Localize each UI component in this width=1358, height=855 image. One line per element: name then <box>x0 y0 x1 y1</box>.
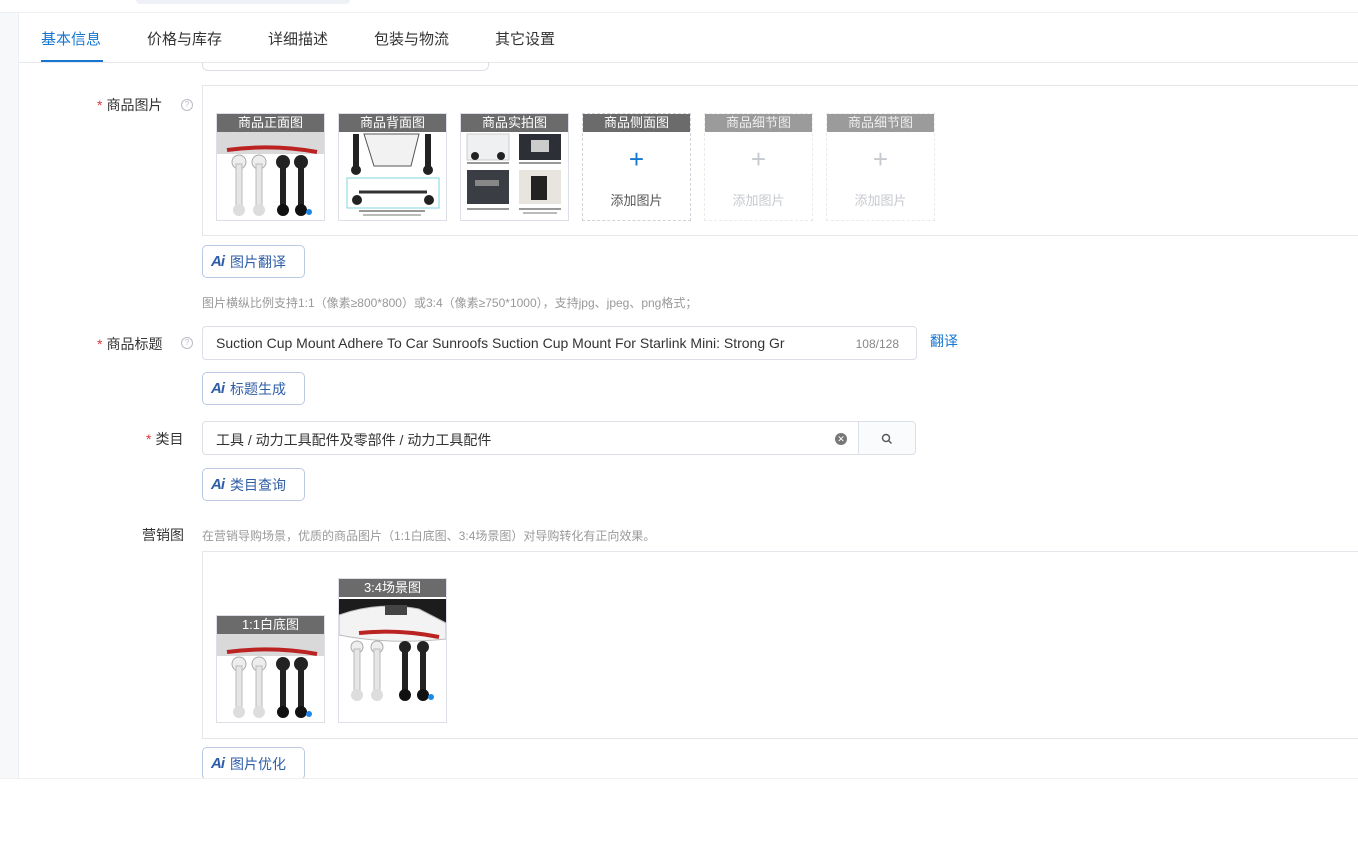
product-image-front[interactable]: 商品正面图 <box>216 113 325 221</box>
ai-icon: Ai <box>211 755 225 772</box>
marketing-images-label: 营销图 <box>142 527 184 543</box>
add-image-label: 添加图片 <box>732 193 785 208</box>
product-image-back[interactable]: 商品背面图 <box>338 113 447 221</box>
ai-icon: Ai <box>211 476 225 493</box>
plus-icon: + <box>750 144 767 174</box>
top-strip <box>0 0 1358 13</box>
title-label: * 商品标题 <box>97 336 163 352</box>
add-image-label: 添加图片 <box>854 193 907 208</box>
plus-icon: + <box>872 144 889 174</box>
image-caption: 商品侧面图 <box>583 114 690 132</box>
translate-link[interactable]: 翻译 <box>930 331 958 351</box>
image-format-hint: 图片横纵比例支持1:1（像素≥800*800）或3:4（像素≥750*1000）… <box>202 296 698 310</box>
required-mark: * <box>97 97 103 113</box>
image-caption: 商品背面图 <box>339 114 446 132</box>
product-image-side-upload[interactable]: 商品侧面图 + 添加图片 <box>582 113 691 221</box>
form-content: 基本信息 价格与库存 详细描述 包装与物流 其它设置 * 商品图片 ? 商品正面图 <box>19 13 1358 778</box>
top-pill <box>136 0 350 4</box>
category-path: 工具 / 动力工具配件及零部件 / 动力工具配件 <box>216 432 492 448</box>
image-caption: 商品细节图 <box>705 114 812 132</box>
category-input[interactable]: 工具 / 动力工具配件及零部件 / 动力工具配件 ✕ <box>202 421 859 455</box>
image-caption: 商品细节图 <box>827 114 934 132</box>
product-image-detail-upload[interactable]: 商品细节图 + 添加图片 <box>704 113 813 221</box>
category-label: *工具 / 动力工具配件及零部件 / 动力工具配件类目 <box>146 431 184 447</box>
tab-packaging-logistics[interactable]: 包装与物流 <box>374 28 449 49</box>
question-circle-icon[interactable]: ? <box>181 337 193 349</box>
image-caption: 3:4场景图 <box>339 579 446 597</box>
plus-icon: + <box>628 144 645 174</box>
clear-icon[interactable]: ✕ <box>835 433 847 445</box>
add-image-label: 添加图片 <box>610 193 663 208</box>
active-tab-indicator <box>41 60 103 62</box>
ai-icon: Ai <box>211 380 225 397</box>
tab-price-stock[interactable]: 价格与库存 <box>147 28 222 49</box>
marketing-image-scene[interactable]: 3:4场景图 <box>338 578 447 723</box>
marketing-image-white-bg[interactable]: 1:1白底图 <box>216 615 325 723</box>
char-count: 108/128 <box>855 337 899 351</box>
tab-bar: 基本信息 价格与库存 详细描述 包装与物流 其它设置 <box>19 13 1358 63</box>
marketing-images-panel: 1:1白底图 3:4场景图 <box>202 551 1358 739</box>
product-images-label: * 商品图片 <box>97 97 163 113</box>
product-title-input[interactable]: Suction Cup Mount Adhere To Car Sunroofs… <box>202 326 917 360</box>
product-images-panel: 商品正面图 商品背面图 商品实拍图 商品侧面图 + 添加图片 商品细节图 + 添… <box>202 85 1358 236</box>
image-translate-button[interactable]: Ai 图片翻译 <box>202 245 305 278</box>
tab-other-settings[interactable]: 其它设置 <box>495 28 555 49</box>
image-optimize-button[interactable]: Ai 图片优化 <box>202 747 305 778</box>
marketing-hint: 在营销导购场景，优质的商品图片（1:1白底图、3:4场景图）对导购转化有正向效果… <box>202 529 656 543</box>
category-search-button[interactable] <box>858 421 916 455</box>
product-image-detail-upload-2[interactable]: 商品细节图 + 添加图片 <box>826 113 935 221</box>
category-query-button[interactable]: Ai 类目查询 <box>202 468 305 501</box>
image-caption: 商品正面图 <box>217 114 324 132</box>
tab-basic-info[interactable]: 基本信息 <box>41 28 101 49</box>
image-caption: 商品实拍图 <box>461 114 568 132</box>
question-circle-icon[interactable]: ? <box>181 99 193 111</box>
left-gutter <box>0 13 19 778</box>
image-caption: 1:1白底图 <box>217 616 324 634</box>
tab-detail-desc[interactable]: 详细描述 <box>268 28 328 49</box>
car-mount-scene-photo <box>339 599 446 701</box>
ai-icon: Ai <box>211 253 225 270</box>
search-icon <box>881 433 892 444</box>
required-mark: * <box>97 336 103 352</box>
previous-field-edge <box>202 62 489 71</box>
title-generate-button[interactable]: Ai 标题生成 <box>202 372 305 405</box>
bottom-blank-area <box>0 778 1358 855</box>
product-image-real[interactable]: 商品实拍图 <box>460 113 569 221</box>
required-mark: * <box>146 431 152 447</box>
